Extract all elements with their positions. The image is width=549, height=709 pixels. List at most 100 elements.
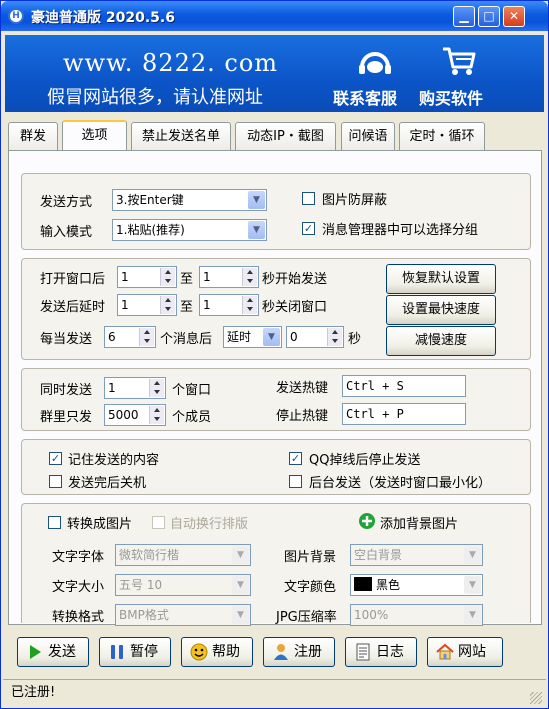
banner-warning: 假冒网站很多，请认准网址: [47, 87, 263, 108]
group-limit-label: 群里只发: [40, 410, 93, 425]
spin-arrows-icon[interactable]: [160, 268, 175, 286]
chevron-down-icon: ▼: [464, 546, 481, 564]
anti-block-checkbox[interactable]: [302, 192, 315, 205]
auto-wrap-checkbox: [152, 516, 165, 529]
close-button[interactable]: ✕: [503, 6, 525, 27]
background-label: 图片背景: [284, 550, 337, 565]
add-background-link[interactable]: 添加背景图片: [380, 513, 458, 532]
pause-button[interactable]: 暂停: [99, 637, 171, 667]
timing-group: 打开窗口后 1 至 1 秒开始发送 发送后延时 1 至 1 秒关闭窗口 每当发送…: [21, 258, 531, 360]
windows-unit-label: 个窗口: [172, 383, 212, 398]
chevron-down-icon[interactable]: ▼: [263, 328, 280, 346]
after-min-stepper[interactable]: 1: [117, 294, 177, 316]
text-color-value: 黑色: [376, 578, 401, 592]
qq-offline-stop-checkbox[interactable]: ✓: [289, 452, 302, 465]
spin-arrows-icon[interactable]: [160, 296, 175, 314]
tab-block-list[interactable]: 禁止发送名单: [131, 122, 231, 151]
chevron-down-icon[interactable]: ▼: [248, 191, 265, 209]
send-button[interactable]: 发送: [17, 637, 89, 667]
simultaneous-label: 同时发送: [40, 383, 93, 398]
spin-arrows-icon[interactable]: [242, 296, 257, 314]
maximize-button[interactable]: □: [478, 6, 500, 27]
every-count-value: 6: [108, 330, 116, 344]
shopping-cart-icon[interactable]: [441, 45, 477, 77]
play-icon: [30, 645, 41, 659]
every-send-label: 每当发送: [40, 332, 93, 347]
jpg-quality-value: 100%: [354, 608, 389, 622]
simultaneous-stepper[interactable]: 1: [104, 377, 166, 399]
background-value: 空白背景: [354, 548, 403, 562]
chevron-down-icon: ▼: [232, 576, 249, 594]
concurrency-group: 同时发送 1 个窗口 群里只发 5000 个成员 发送热键 Ctrl + S 停…: [21, 368, 531, 431]
after-send-label: 发送后延时: [40, 300, 106, 315]
register-button[interactable]: 注册: [263, 637, 335, 667]
slow-down-button[interactable]: 减慢速度: [386, 326, 496, 356]
tab-schedule[interactable]: 定时・循环: [399, 122, 485, 151]
register-button-label: 注册: [294, 644, 322, 660]
open-max-value: 1: [203, 270, 211, 284]
title-bar[interactable]: H 豪迪普通版 2020.5.6 ▁ □ ✕: [1, 1, 548, 31]
every-count-stepper[interactable]: 6: [104, 326, 156, 348]
minimize-button[interactable]: ▁: [453, 6, 475, 27]
chevron-down-icon: ▼: [232, 546, 249, 564]
stop-hotkey-input[interactable]: Ctrl + P: [342, 403, 466, 425]
help-button[interactable]: 帮助: [181, 637, 253, 667]
spin-arrows-icon[interactable]: [242, 268, 257, 286]
every-mode-value: 延时: [227, 330, 252, 344]
tab-options[interactable]: 选项: [62, 120, 127, 152]
send-method-select[interactable]: 3.按Enter键 ▼: [112, 189, 267, 211]
to-label: 至: [180, 300, 194, 315]
every-mode-select[interactable]: 延时 ▼: [223, 326, 282, 348]
auto-wrap-label: 自动换行排版: [170, 517, 249, 532]
input-mode-select[interactable]: 1.粘贴(推荐) ▼: [112, 219, 267, 241]
window-title: 豪迪普通版 2020.5.6: [31, 10, 175, 26]
open-suffix-label: 秒开始发送: [262, 272, 328, 287]
text-color-select: 黑色 ▼: [350, 574, 483, 596]
spin-arrows-icon[interactable]: [149, 406, 164, 424]
buy-software-link[interactable]: 购买软件: [419, 85, 483, 109]
simultaneous-value: 1: [108, 381, 116, 395]
shutdown-checkbox[interactable]: [49, 475, 62, 488]
background-select: 空白背景 ▼: [350, 544, 483, 566]
tab-dynamic-ip[interactable]: 动态IP・截图: [235, 122, 336, 151]
contact-support-link[interactable]: 联系客服: [333, 85, 397, 109]
input-mode-value: 1.粘贴(推荐): [116, 223, 185, 237]
to-label: 至: [180, 272, 194, 287]
headset-icon[interactable]: [357, 47, 393, 77]
msg-manager-checkbox[interactable]: ✓: [302, 222, 315, 235]
restore-defaults-button[interactable]: 恢复默认设置: [386, 264, 496, 294]
website-button-label: 网站: [458, 644, 486, 660]
open-max-stepper[interactable]: 1: [199, 266, 259, 288]
send-method-value: 3.按Enter键: [116, 193, 184, 207]
send-method-group: 发送方式 3.按Enter键 ▼ 输入模式 1.粘贴(推荐) ▼ 图片防屏蔽 ✓ 消…: [21, 173, 531, 250]
spin-arrows-icon[interactable]: [139, 328, 154, 346]
banner-url[interactable]: www. 8222. com: [63, 49, 278, 77]
log-button[interactable]: 日志: [345, 637, 417, 667]
open-min-stepper[interactable]: 1: [117, 266, 177, 288]
tab-mass-send[interactable]: 群发: [8, 122, 58, 151]
status-bar: 已注册!: [3, 679, 546, 707]
every-value-stepper[interactable]: 0: [286, 326, 344, 348]
convert-image-checkbox[interactable]: [48, 516, 61, 529]
spin-arrows-icon[interactable]: [327, 328, 342, 346]
background-send-label: 后台发送（发送时窗口最小化）: [309, 476, 492, 491]
group-limit-stepper[interactable]: 5000: [104, 404, 166, 426]
every-value-value: 0: [290, 330, 298, 344]
font-size-select: 五号 10 ▼: [115, 574, 251, 596]
user-icon: [274, 644, 288, 660]
remember-content-checkbox[interactable]: ✓: [49, 452, 62, 465]
after-max-stepper[interactable]: 1: [199, 294, 259, 316]
fastest-speed-button[interactable]: 设置最快速度: [386, 295, 496, 325]
stop-hotkey-label: 停止热键: [276, 409, 329, 424]
send-hotkey-input[interactable]: Ctrl + S: [342, 375, 466, 397]
format-label: 转换格式: [52, 610, 105, 625]
format-select: BMP格式 ▼: [115, 604, 251, 626]
spin-arrows-icon[interactable]: [149, 379, 164, 397]
chevron-down-icon[interactable]: ▼: [248, 221, 265, 239]
resize-grip-icon[interactable]: [530, 692, 542, 704]
background-send-checkbox[interactable]: [289, 475, 302, 488]
tab-greeting[interactable]: 问候语: [341, 122, 395, 151]
add-circle-icon[interactable]: [358, 512, 376, 530]
website-button[interactable]: 网站: [427, 637, 503, 667]
format-value: BMP格式: [119, 608, 169, 622]
